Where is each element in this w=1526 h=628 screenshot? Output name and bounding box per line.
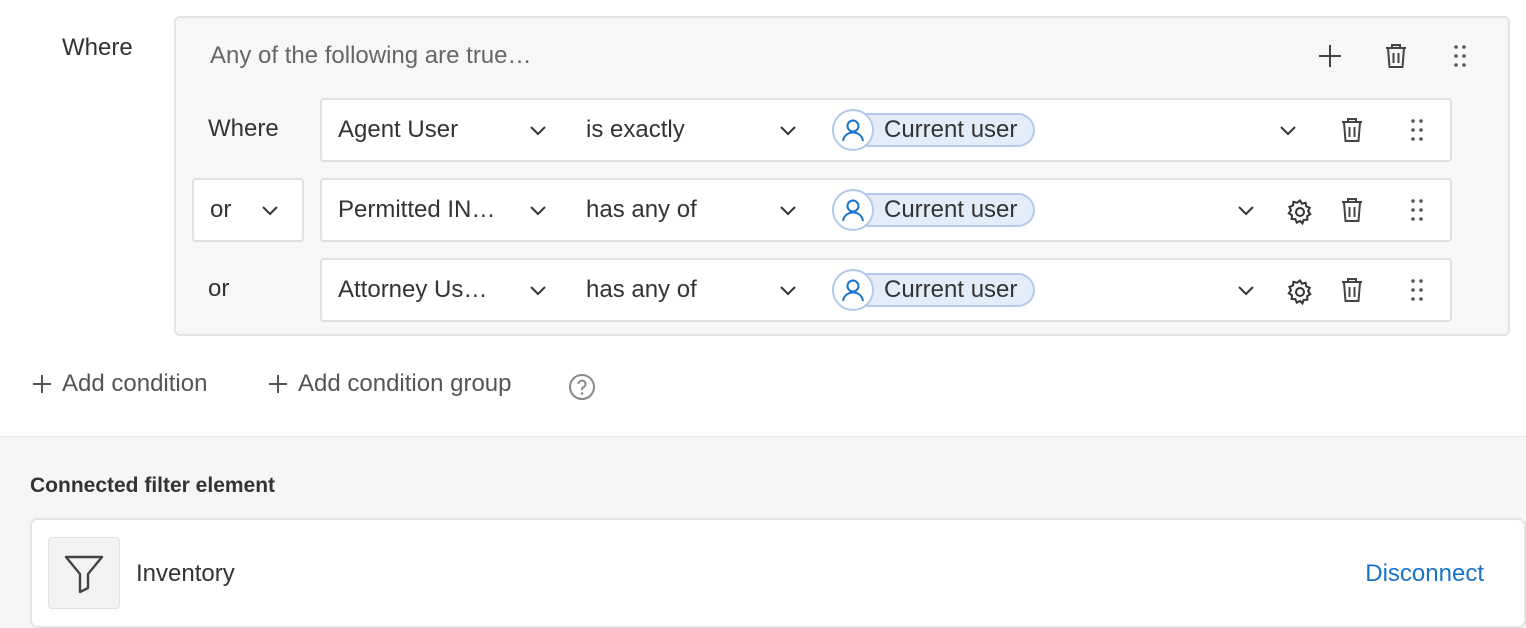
conjunction-label: Where <box>208 115 279 142</box>
row-delete-button[interactable] <box>1320 258 1386 322</box>
connected-element-card: Inventory Disconnect <box>30 518 1526 628</box>
condition-group: Any of the following are true… Where Age… <box>174 16 1510 336</box>
avatar <box>832 109 874 151</box>
add-condition-group-label: Add condition group <box>298 370 512 397</box>
field-label: Attorney Us… <box>338 276 488 303</box>
section-title: Connected filter element <box>30 474 276 497</box>
operator-label: is exactly <box>586 116 685 143</box>
chevron-down-icon <box>780 286 796 296</box>
element-icon-box <box>48 537 120 609</box>
row-delete-button[interactable] <box>1320 98 1386 162</box>
element-name: Inventory <box>136 560 235 587</box>
chip-label: Current user <box>884 276 1018 303</box>
plus-icon <box>1319 45 1341 67</box>
chevron-down-icon <box>780 206 796 216</box>
chevron-down-icon <box>1238 286 1254 296</box>
field-label: Permitted IN… <box>338 196 496 223</box>
plus-icon <box>269 375 287 393</box>
field-select[interactable]: Permitted IN… <box>320 178 572 242</box>
value-select[interactable]: Current user <box>820 98 1322 162</box>
add-condition-button[interactable]: Add condition <box>32 370 207 398</box>
chevron-down-icon <box>530 126 546 136</box>
trash-icon <box>1342 118 1362 142</box>
trash-icon <box>1342 278 1362 302</box>
drag-handle-icon <box>1411 199 1423 221</box>
drag-handle-icon <box>1454 45 1466 67</box>
conjunction-label: or <box>210 196 232 223</box>
chevron-down-icon <box>780 126 796 136</box>
chip-label: Current user <box>884 196 1018 223</box>
chevron-down-icon <box>1238 206 1254 216</box>
operator-label: has any of <box>586 276 697 303</box>
group-title: Any of the following are true… <box>210 42 532 69</box>
user-chip: Current user <box>832 189 1036 231</box>
user-chip: Current user <box>832 269 1036 311</box>
operator-select[interactable]: has any of <box>570 258 822 322</box>
operator-label: has any of <box>586 196 697 223</box>
help-icon <box>569 374 595 400</box>
avatar <box>832 269 874 311</box>
disconnect-link[interactable]: Disconnect <box>1365 560 1484 588</box>
add-condition-label: Add condition <box>62 370 208 397</box>
settings-button[interactable] <box>1284 196 1316 228</box>
chip-label: Current user <box>884 116 1018 143</box>
row-drag-handle[interactable] <box>1384 258 1452 322</box>
row-drag-handle[interactable] <box>1384 98 1452 162</box>
help-button[interactable] <box>568 373 596 401</box>
group-drag-handle[interactable] <box>1444 40 1476 72</box>
chevron-down-icon <box>530 286 546 296</box>
user-icon <box>842 199 864 222</box>
funnel-icon <box>64 555 104 594</box>
row-drag-handle[interactable] <box>1384 178 1452 242</box>
trash-icon <box>1342 198 1362 222</box>
user-icon <box>842 119 864 142</box>
plus-icon <box>33 375 51 393</box>
user-icon <box>842 279 864 302</box>
group-add-button[interactable] <box>1314 40 1346 72</box>
settings-button[interactable] <box>1284 276 1316 308</box>
group-delete-button[interactable] <box>1380 40 1412 72</box>
field-select[interactable]: Agent User <box>320 98 572 162</box>
row-delete-button[interactable] <box>1320 178 1386 242</box>
conjunction-label: or <box>208 275 230 302</box>
where-label: Where <box>62 34 133 61</box>
gear-icon <box>1287 279 1312 306</box>
condition-row: Where Agent User is exactly Current user <box>192 98 1452 162</box>
drag-handle-icon <box>1411 279 1423 301</box>
add-condition-group-button[interactable]: Add condition group <box>268 370 512 398</box>
avatar <box>832 189 874 231</box>
drag-handle-icon <box>1411 119 1423 141</box>
field-label: Agent User <box>338 116 459 143</box>
field-select[interactable]: Attorney Us… <box>320 258 572 322</box>
operator-select[interactable]: has any of <box>570 178 822 242</box>
operator-select[interactable]: is exactly <box>570 98 822 162</box>
chevron-down-icon <box>1280 126 1296 136</box>
trash-icon <box>1386 44 1406 68</box>
chevron-down-icon <box>530 206 546 216</box>
conjunction-select[interactable]: or <box>192 178 304 242</box>
condition-row: or Permitted IN… has any of Current user <box>192 178 1452 242</box>
chevron-down-icon <box>262 206 278 216</box>
gear-icon <box>1287 199 1312 226</box>
user-chip: Current user <box>832 109 1036 151</box>
condition-row: or Attorney Us… has any of Current user <box>192 258 1452 322</box>
value-select[interactable]: Current user <box>820 178 1322 242</box>
value-select[interactable]: Current user <box>820 258 1322 322</box>
